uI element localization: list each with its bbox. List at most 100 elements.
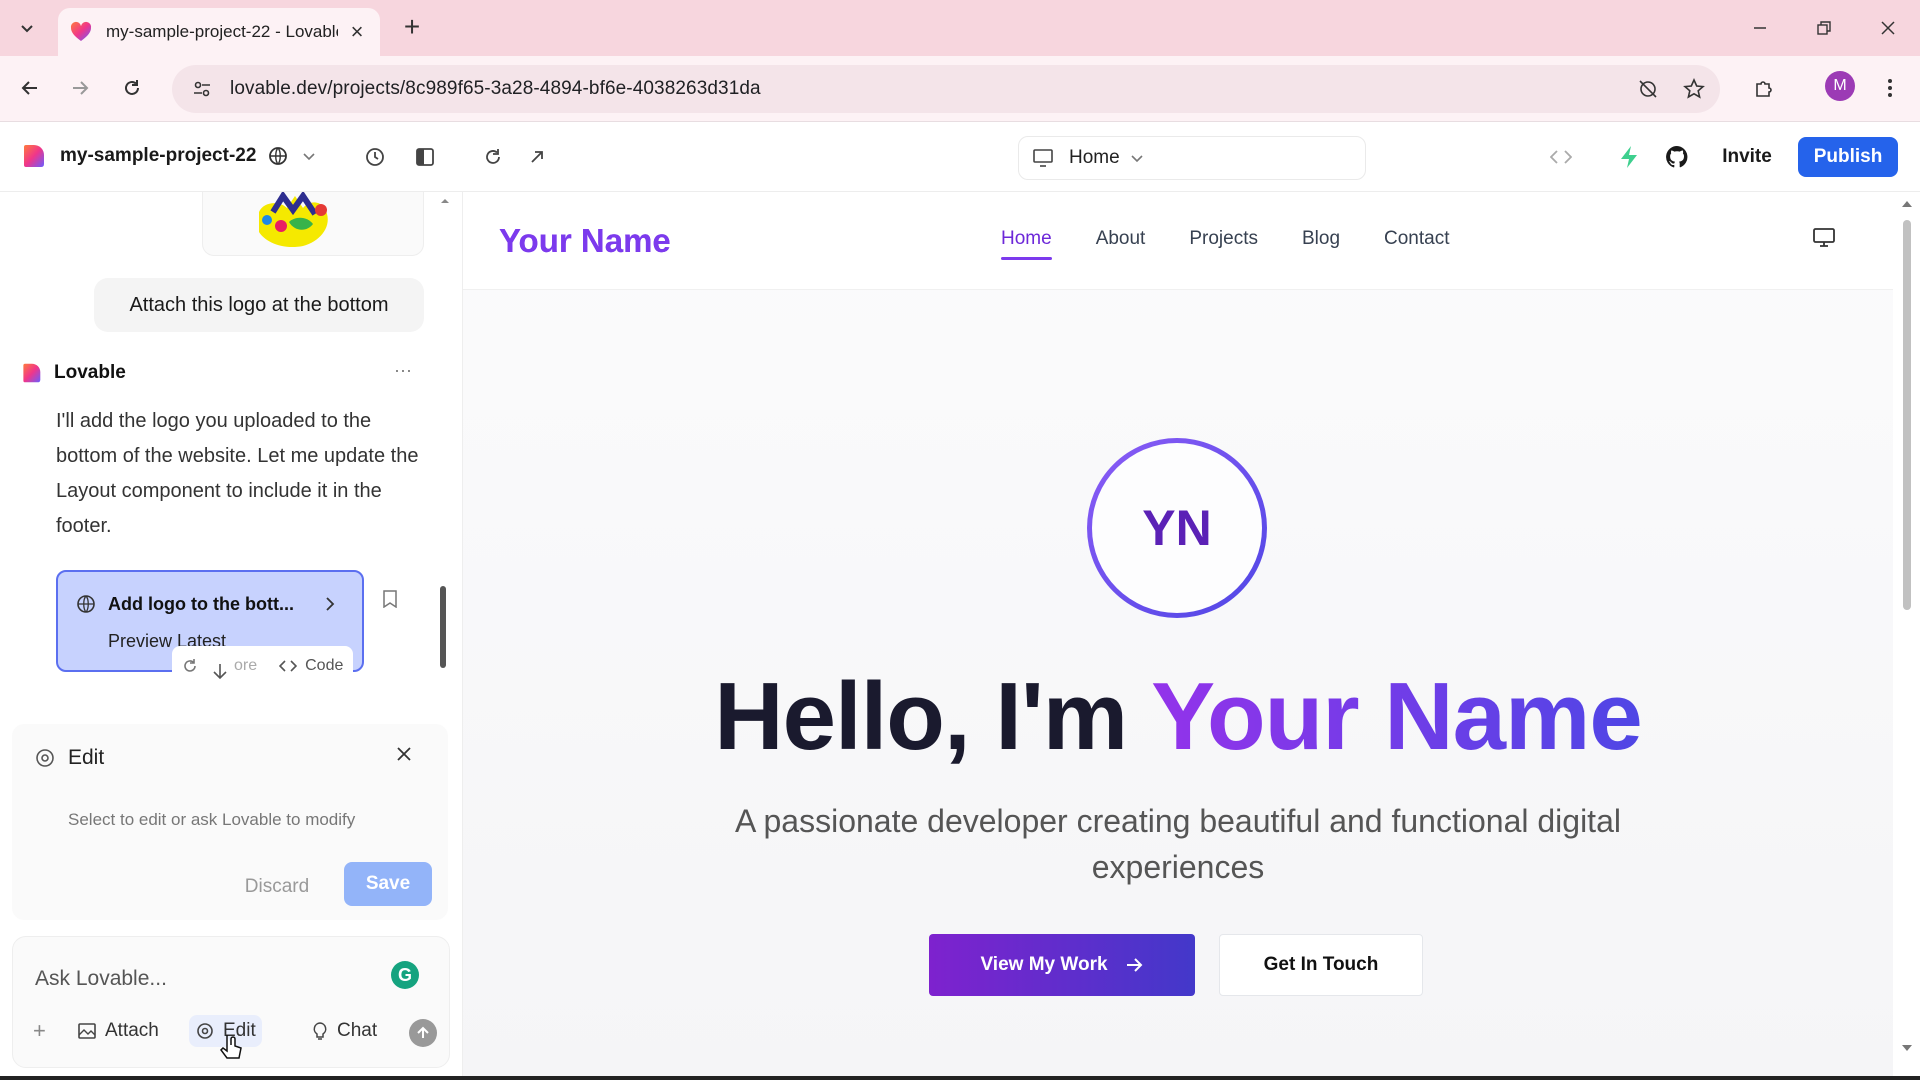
- refresh-preview-button[interactable]: [476, 140, 510, 174]
- chevron-down-icon: [303, 153, 315, 161]
- scroll-down-arrow: [1902, 1045, 1912, 1051]
- reload-button[interactable]: [114, 70, 150, 106]
- save-button[interactable]: Save: [344, 862, 432, 906]
- site-info-icon[interactable]: [182, 79, 222, 99]
- bookmark-button[interactable]: [382, 590, 398, 608]
- hero-heading: Hello, I'm Your Name: [463, 662, 1893, 772]
- chat-input[interactable]: Ask Lovable...: [35, 967, 167, 991]
- assistant-header: Lovable: [20, 362, 126, 384]
- attach-button[interactable]: Attach: [77, 1015, 159, 1047]
- tab-search-button[interactable]: [8, 10, 46, 46]
- nav-contact[interactable]: Contact: [1384, 228, 1449, 250]
- app-toolbar: my-sample-project-22 Home Invite Publish: [0, 122, 1920, 192]
- edit-hint: Select to edit or ask Lovable to modify: [68, 810, 356, 829]
- scroll-up-arrow[interactable]: [440, 192, 450, 206]
- open-external-button[interactable]: [520, 140, 554, 174]
- preview-scroll-thumb[interactable]: [1903, 220, 1911, 610]
- minimize-button[interactable]: [1732, 8, 1788, 48]
- arrow-down-icon: [213, 664, 227, 680]
- close-window-button[interactable]: [1860, 8, 1916, 48]
- external-link-icon: [531, 151, 543, 163]
- code-label[interactable]: Code: [305, 657, 343, 675]
- chevron-right-icon: [326, 597, 335, 611]
- minimize-icon: [1754, 27, 1766, 29]
- target-icon: [36, 749, 54, 767]
- add-button[interactable]: +: [33, 1015, 46, 1047]
- get-in-touch-button[interactable]: Get In Touch: [1219, 934, 1423, 996]
- browser-tab[interactable]: my-sample-project-22 - Lovable ×: [58, 8, 380, 56]
- chat-mode-button[interactable]: Chat: [311, 1015, 377, 1047]
- close-icon: [1881, 21, 1895, 35]
- restore-icon[interactable]: [182, 658, 198, 674]
- extensions-button[interactable]: [1746, 70, 1782, 106]
- globe-icon: [269, 147, 288, 165]
- toggle-sidebar-button[interactable]: [408, 140, 442, 174]
- github-icon: [1666, 146, 1688, 168]
- browser-menu-button[interactable]: [1872, 70, 1908, 106]
- profile-avatar[interactable]: M: [1825, 71, 1855, 101]
- nav-projects[interactable]: Projects: [1189, 228, 1258, 250]
- preview-scrollbar[interactable]: [1893, 192, 1920, 1080]
- supabase-button[interactable]: [1612, 140, 1646, 174]
- message-more-button[interactable]: ···: [394, 360, 412, 381]
- attach-label: Attach: [105, 1020, 159, 1041]
- history-icon: [366, 148, 384, 166]
- arrow-up-icon: [417, 1026, 429, 1038]
- nav-blog[interactable]: Blog: [1302, 228, 1340, 250]
- globe-icon: [77, 595, 95, 613]
- lovable-logo-icon: [24, 145, 44, 167]
- tab-close-icon[interactable]: ×: [346, 19, 368, 45]
- chat-scrollbar[interactable]: [440, 586, 446, 668]
- invite-button[interactable]: Invite: [1708, 138, 1786, 176]
- publish-button[interactable]: Publish: [1798, 137, 1898, 177]
- device-toggle-button[interactable]: [1813, 228, 1835, 248]
- target-icon: [197, 1023, 213, 1039]
- bookmark-star-icon[interactable]: [1678, 73, 1710, 105]
- new-tab-button[interactable]: +: [396, 12, 428, 44]
- site-nav: Home About Projects Blog Contact: [1001, 228, 1494, 260]
- site-brand[interactable]: Your Name: [499, 222, 671, 260]
- site-header: Your Name Home About Projects Blog Conta…: [463, 192, 1893, 290]
- code-view-button[interactable]: [1544, 140, 1578, 174]
- puzzle-icon: [1756, 81, 1772, 97]
- restore-button[interactable]: [1796, 8, 1852, 48]
- hero-tagline: A passionate developer creating beautifu…: [735, 803, 1621, 885]
- version-title: Add logo to the bott...: [108, 594, 294, 614]
- monitor-icon: [1813, 228, 1835, 247]
- bookmark-icon: [383, 590, 397, 608]
- browser-tab-strip: my-sample-project-22 - Lovable × +: [0, 0, 1920, 56]
- kebab-menu-icon: [1888, 79, 1892, 97]
- tracking-protection-icon[interactable]: [1632, 73, 1664, 105]
- assistant-message: I'll add the logo you uploaded to the bo…: [56, 410, 419, 537]
- route-label: Home: [1069, 147, 1120, 168]
- close-edit-button[interactable]: [396, 746, 412, 762]
- user-message-bubble: Attach this logo at the bottom: [94, 278, 424, 332]
- restore-label[interactable]: ore: [234, 657, 257, 675]
- url-text[interactable]: lovable.dev/projects/8c989f65-3a28-4894-…: [230, 78, 761, 100]
- github-button[interactable]: [1660, 140, 1694, 174]
- restore-icon: [1817, 21, 1831, 35]
- history-button[interactable]: [358, 140, 392, 174]
- forward-button[interactable]: [62, 70, 98, 106]
- mouse-cursor-icon: [220, 1035, 242, 1059]
- website-preview: Your Name Home About Projects Blog Conta…: [462, 192, 1920, 1080]
- refresh-icon: [486, 149, 500, 164]
- discard-button[interactable]: Discard: [234, 866, 320, 908]
- uploaded-logo-thumbnail[interactable]: [202, 192, 424, 256]
- chat-panel: Attach this logo at the bottom Lovable ·…: [0, 192, 462, 1080]
- lightbulb-icon: [313, 1022, 327, 1040]
- browser-toolbar: lovable.dev/projects/8c989f65-3a28-4894-…: [0, 56, 1920, 122]
- route-selector[interactable]: Home: [1018, 136, 1366, 180]
- project-switcher[interactable]: my-sample-project-22: [20, 144, 316, 168]
- view-my-work-button[interactable]: View My Work: [929, 934, 1195, 996]
- grammarly-icon[interactable]: G: [391, 961, 419, 989]
- close-icon: [397, 747, 411, 761]
- back-button[interactable]: [12, 70, 48, 106]
- send-button[interactable]: [409, 1019, 437, 1047]
- hero-name: Your Name: [1151, 663, 1643, 770]
- nav-about[interactable]: About: [1096, 228, 1146, 250]
- nav-home[interactable]: Home: [1001, 228, 1052, 260]
- chevron-down-icon: [1131, 155, 1143, 163]
- chat-label: Chat: [337, 1020, 378, 1041]
- address-bar[interactable]: lovable.dev/projects/8c989f65-3a28-4894-…: [172, 65, 1720, 113]
